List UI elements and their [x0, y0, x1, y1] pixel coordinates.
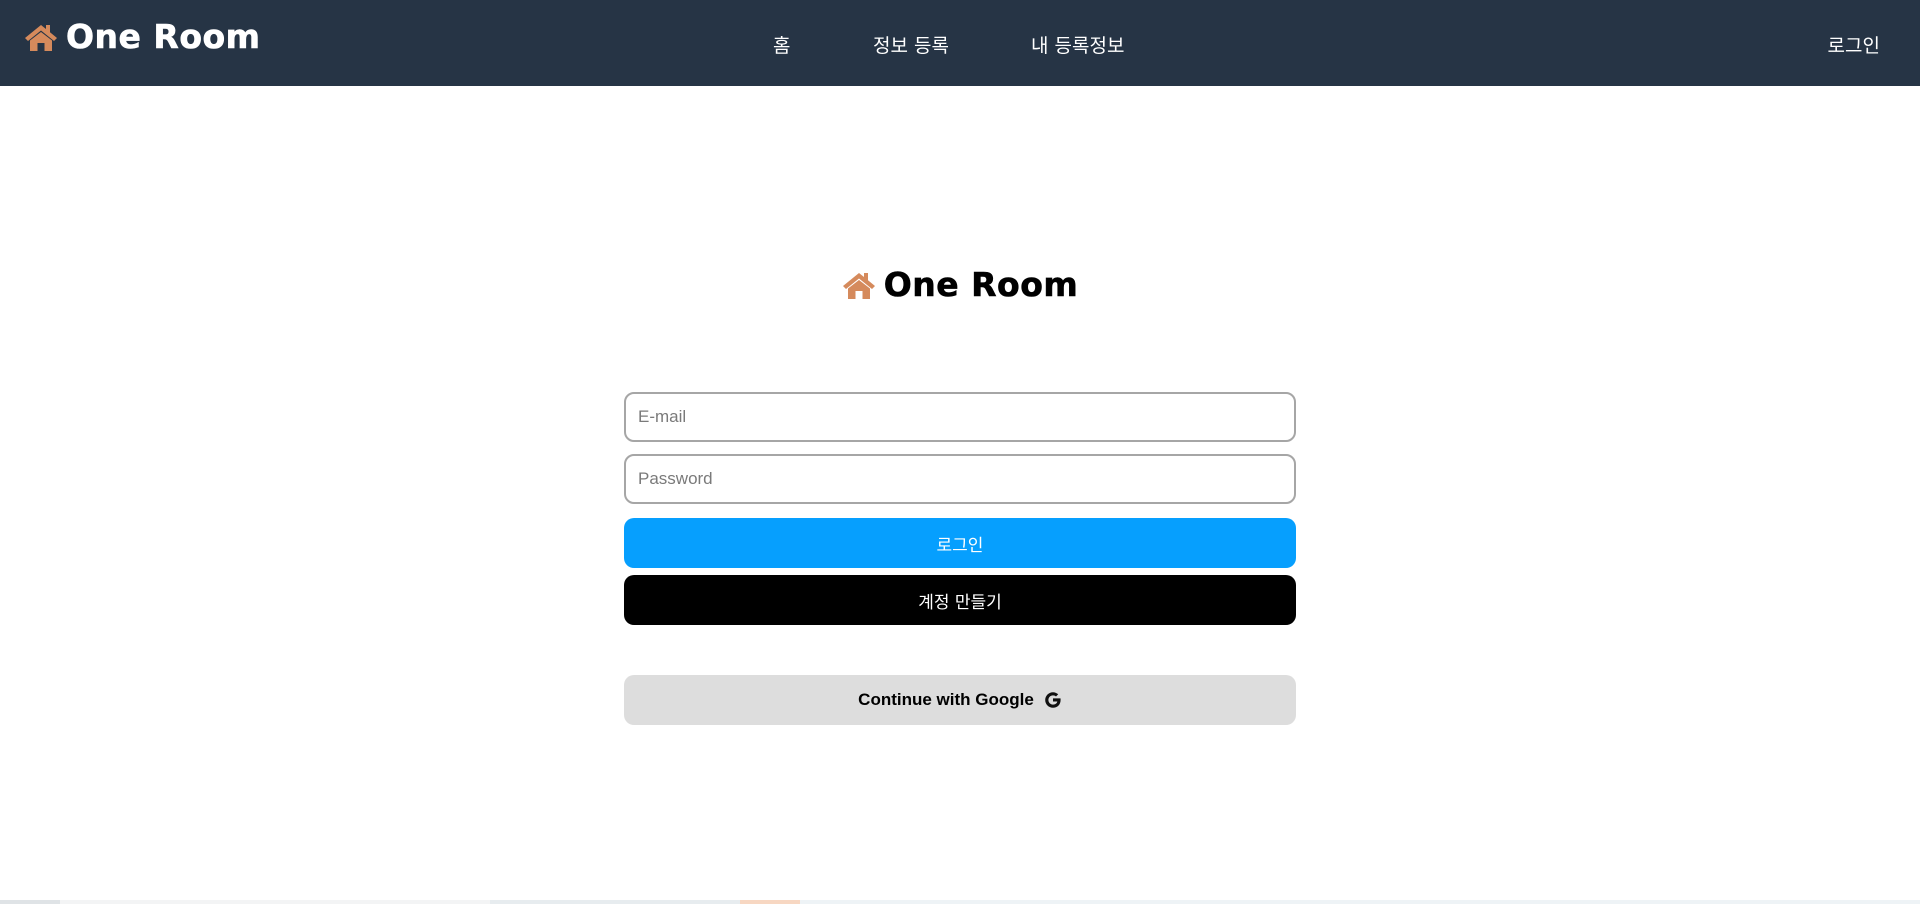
password-field[interactable] [624, 454, 1296, 504]
nav-item-my-registrations[interactable]: 내 등록정보 [1031, 31, 1124, 58]
google-g-icon [1044, 691, 1062, 709]
create-account-button[interactable]: 계정 만들기 [624, 575, 1296, 625]
center-logo: One Room [0, 268, 1920, 301]
nav-item-home[interactable]: 홈 [773, 31, 790, 58]
header-login-link[interactable]: 로그인 [1828, 31, 1880, 58]
house-icon [24, 22, 58, 52]
top-navbar: One Room 홈 정보 등록 내 등록정보 로그인 [0, 0, 1920, 86]
brand-link[interactable]: One Room [24, 20, 261, 53]
login-button[interactable]: 로그인 [624, 518, 1296, 568]
google-button-label: Continue with Google [858, 690, 1034, 709]
email-field[interactable] [624, 392, 1296, 442]
login-form: 로그인 계정 만들기 Continue with Google [624, 392, 1296, 725]
logo-title: One Room [883, 265, 1079, 304]
brand-title: One Room [66, 17, 261, 56]
nav-item-register-info[interactable]: 정보 등록 [873, 31, 949, 58]
bottom-edge-strip [0, 900, 1920, 904]
house-icon [842, 270, 876, 300]
google-login-button[interactable]: Continue with Google [624, 675, 1296, 725]
